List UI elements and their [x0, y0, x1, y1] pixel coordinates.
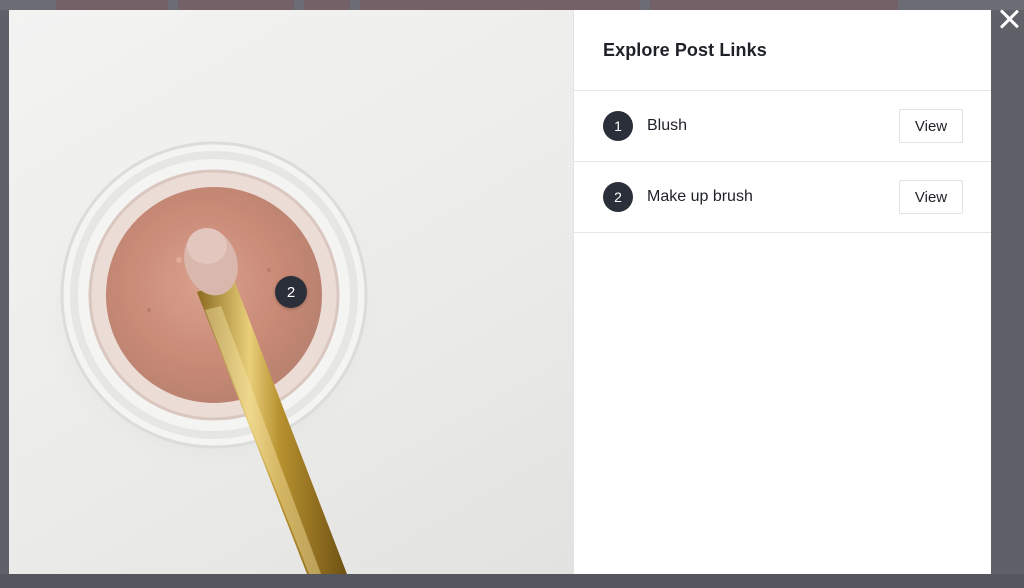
- close-icon[interactable]: [996, 6, 1022, 32]
- image-hotspot-marker[interactable]: 2: [275, 276, 307, 308]
- view-button[interactable]: View: [899, 180, 963, 214]
- link-row: 2 Make up brush View: [574, 162, 991, 233]
- background-thumbnail: [178, 0, 294, 10]
- post-image: 2: [9, 10, 574, 574]
- link-number-badge: 1: [603, 111, 633, 141]
- background-thumbnail: [360, 0, 640, 10]
- link-label: Blush: [647, 117, 688, 134]
- post-links-modal: 2 Explore Post Links 1 Blush View 2 Make…: [9, 10, 991, 574]
- panel-header: Explore Post Links: [574, 10, 991, 91]
- background-thumbnail: [304, 0, 350, 10]
- link-row: 1 Blush View: [574, 91, 991, 162]
- background-strip-bottom: [0, 574, 1024, 588]
- link-number-badge: 2: [603, 182, 633, 212]
- panel-title: Explore Post Links: [603, 39, 767, 60]
- view-button[interactable]: View: [899, 109, 963, 143]
- background-thumbnail: [56, 0, 168, 10]
- post-links-panel: Explore Post Links 1 Blush View 2 Make u…: [574, 10, 991, 574]
- link-label: Make up brush: [647, 188, 753, 205]
- background-thumbnail: [650, 0, 898, 10]
